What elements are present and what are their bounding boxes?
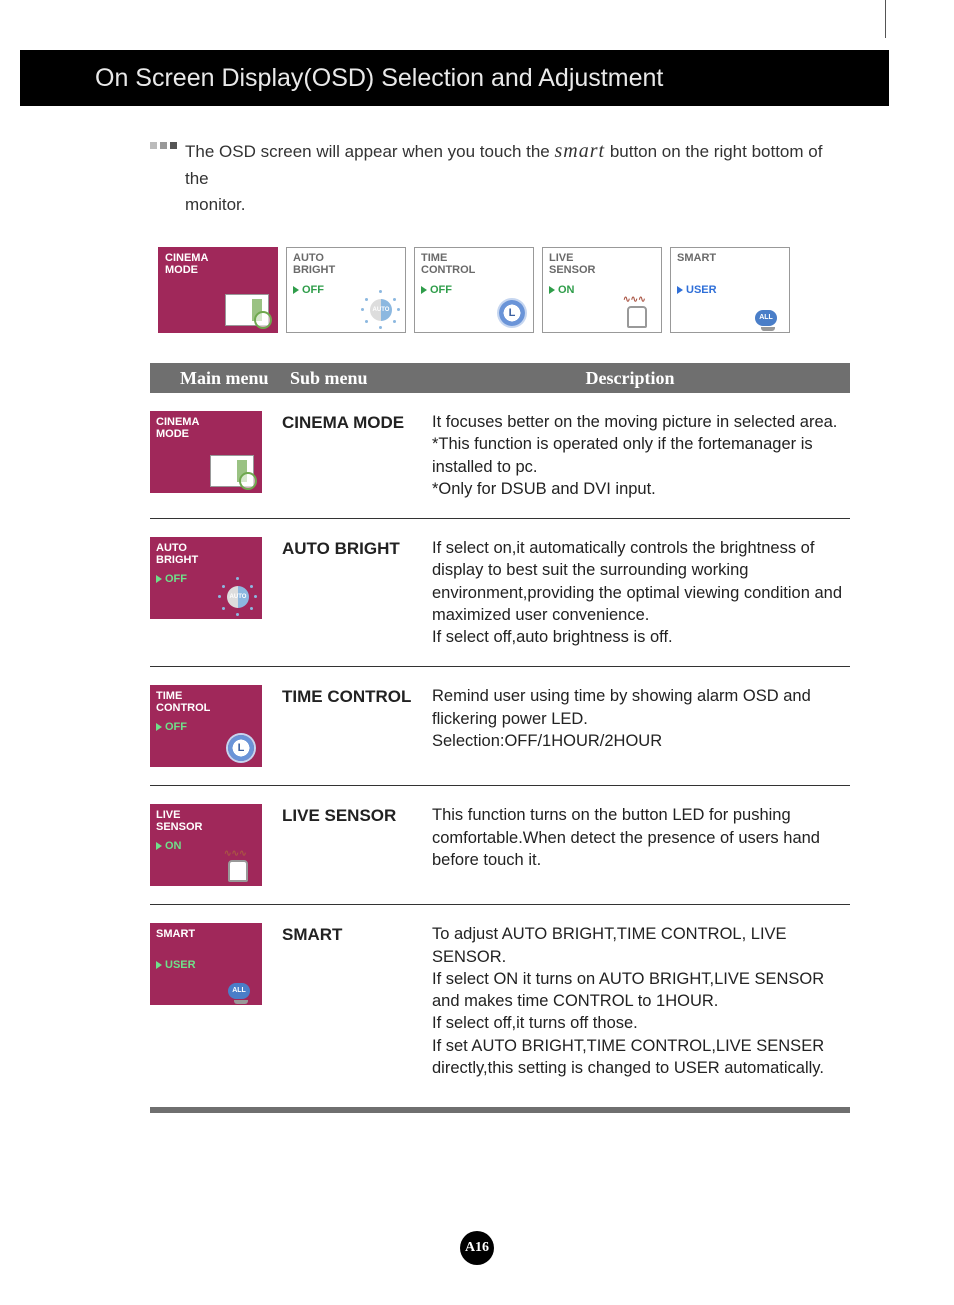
clock-icon: L xyxy=(499,300,525,326)
row-description: It focuses better on the moving picture … xyxy=(432,411,850,500)
thumb-status: OFF xyxy=(156,573,187,585)
osd-tile-row: CINEMAMODE AUTOBRIGHT OFF AUTO TIMECONTROL OF… xyxy=(158,247,850,333)
row-label: AUTO BRIGHT xyxy=(282,537,432,559)
table-row: CINEMAMODE CINEMA MODEIt focuses better o… xyxy=(150,393,850,519)
row-description: This function turns on the button LED fo… xyxy=(432,804,850,871)
row-label: CINEMA MODE xyxy=(282,411,432,433)
table-row: AUTOBRIGHT OFF AUTO AUTO BRIGHTIf select on… xyxy=(150,519,850,667)
clock-icon: L xyxy=(228,735,254,761)
bullet-icon xyxy=(150,142,177,149)
cinema-icon xyxy=(225,294,269,326)
auto-bright-icon: AUTO xyxy=(220,579,256,615)
thumb-status: OFF xyxy=(156,721,187,733)
osd-tile-live[interactable]: LIVESENSOR ON ∿∿∿ xyxy=(542,247,662,333)
osd-tile-auto[interactable]: AUTOBRIGHT OFF AUTO xyxy=(286,247,406,333)
intro-part1: The OSD screen will appear when you touc… xyxy=(185,142,550,161)
crop-mark xyxy=(885,0,886,38)
osd-tile-cinema[interactable]: CINEMAMODE xyxy=(158,247,278,333)
thumb-title: CINEMAMODE xyxy=(156,416,256,440)
row-label: SMART xyxy=(282,923,432,945)
tile-status: USER xyxy=(677,284,717,296)
tile-status: ON xyxy=(549,284,575,296)
tile-title: AUTOBRIGHT xyxy=(293,252,399,276)
auto-bright-icon: AUTO xyxy=(363,292,399,328)
thumb-status: USER xyxy=(156,959,196,971)
th-sub-menu: Sub menu xyxy=(290,368,470,389)
osd-tile-smart[interactable]: SMART USER ALL xyxy=(670,247,790,333)
row-label: TIME CONTROL xyxy=(282,685,432,707)
tile-title: LIVESENSOR xyxy=(549,252,655,276)
row-description: If select on,it automatically controls t… xyxy=(432,537,850,648)
footer-bar xyxy=(150,1107,850,1113)
table-header: Main menu Sub menu Description xyxy=(150,363,850,393)
row-thumb-time: TIMECONTROL OFF L xyxy=(150,685,262,767)
page-header: On Screen Display(OSD) Selection and Adj… xyxy=(20,50,889,106)
intro-text: The OSD screen will appear when you touc… xyxy=(185,136,850,217)
smart-all-icon: ALL xyxy=(755,302,781,328)
table-row: LIVESENSOR ON ∿∿∿ LIVE SENSORThis function … xyxy=(150,786,850,905)
page-number: A16 xyxy=(460,1231,494,1265)
th-main-menu: Main menu xyxy=(150,368,290,389)
tile-title: CINEMAMODE xyxy=(165,252,271,276)
hand-sensor-icon: ∿∿∿ xyxy=(222,848,256,882)
row-description: To adjust AUTO BRIGHT,TIME CONTROL, LIVE… xyxy=(432,923,850,1079)
row-thumb-smart: SMART USER ALL xyxy=(150,923,262,1005)
cinema-icon xyxy=(210,455,254,487)
row-thumb-live: LIVESENSOR ON ∿∿∿ xyxy=(150,804,262,886)
hand-sensor-icon: ∿∿∿ xyxy=(621,294,655,328)
thumb-title: LIVESENSOR xyxy=(156,809,256,833)
thumb-status: ON xyxy=(156,840,182,852)
content-area: The OSD screen will appear when you touc… xyxy=(150,136,850,1113)
smart-word: smart xyxy=(555,140,606,162)
thumb-title: SMART xyxy=(156,928,256,940)
smart-all-icon: ALL xyxy=(228,975,254,1001)
th-description: Description xyxy=(470,368,850,389)
tile-title: TIMECONTROL xyxy=(421,252,527,276)
row-thumb-cinema: CINEMAMODE xyxy=(150,411,262,493)
tile-status: OFF xyxy=(293,284,324,296)
row-label: LIVE SENSOR xyxy=(282,804,432,826)
row-description: Remind user using time by showing alarm … xyxy=(432,685,850,752)
table-rows: CINEMAMODE CINEMA MODEIt focuses better o… xyxy=(150,393,850,1097)
tile-title: SMART xyxy=(677,252,783,264)
intro-line2: monitor. xyxy=(185,195,245,214)
osd-tile-time[interactable]: TIMECONTROL OFF L xyxy=(414,247,534,333)
thumb-title: TIMECONTROL xyxy=(156,690,256,714)
table-row: SMARTUSERALLSMARTTo adjust AUTO BRIGHT,T… xyxy=(150,905,850,1097)
row-thumb-auto: AUTOBRIGHT OFF AUTO xyxy=(150,537,262,619)
thumb-title: AUTOBRIGHT xyxy=(156,542,256,566)
tile-status: OFF xyxy=(421,284,452,296)
intro-line: The OSD screen will appear when you touc… xyxy=(150,136,850,217)
table-row: TIMECONTROL OFF L TIME CONTROLRemind user u… xyxy=(150,667,850,786)
